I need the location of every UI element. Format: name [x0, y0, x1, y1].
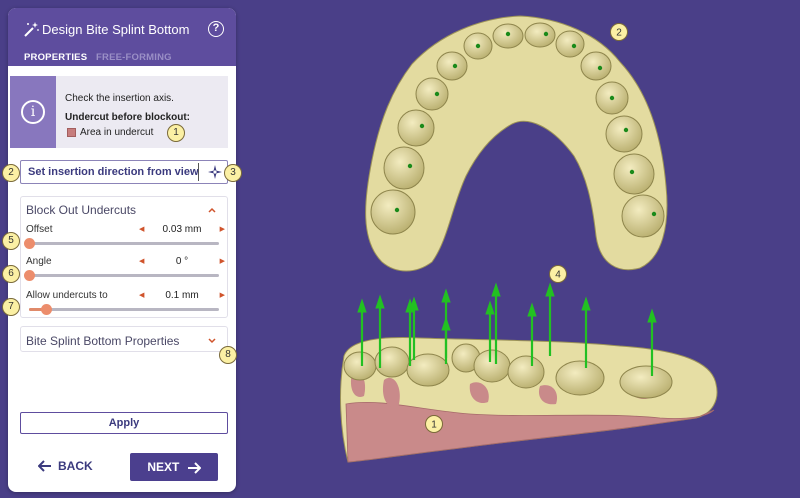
- block-out-undercuts-section: Block Out Undercuts Offset ◀ 0.03 mm ▶ A…: [20, 196, 228, 318]
- callout-8: 8: [219, 346, 237, 364]
- callout-2-upper-jaw: 2: [610, 23, 628, 41]
- upper-jaw-model[interactable]: [365, 15, 668, 272]
- insertion-direction-row: Set insertion direction from view: [20, 160, 228, 184]
- callout-4-arrows: 4: [549, 265, 567, 283]
- increment-icon[interactable]: ▶: [220, 223, 225, 237]
- lower-jaw-model[interactable]: [340, 337, 718, 463]
- arrow-right-icon: [187, 462, 201, 474]
- allow-undercuts-slider[interactable]: [29, 304, 219, 315]
- back-button[interactable]: BACK: [38, 454, 114, 478]
- decrement-icon[interactable]: ◀: [139, 289, 144, 303]
- apply-button[interactable]: Apply: [20, 412, 228, 434]
- callout-2: 2: [2, 164, 20, 182]
- section-title[interactable]: Bite Splint Bottom Properties: [26, 334, 179, 348]
- callout-1-undercut: 1: [425, 415, 443, 433]
- undercut-swatch: [67, 128, 76, 137]
- bite-splint-properties-section[interactable]: Bite Splint Bottom Properties: [20, 326, 228, 352]
- info-message: Check the insertion axis.: [65, 93, 174, 104]
- 3d-viewport[interactable]: 2 4 1: [240, 0, 800, 498]
- help-icon[interactable]: ?: [208, 21, 224, 37]
- divider: [198, 163, 199, 181]
- section-title[interactable]: Block Out Undercuts: [26, 203, 136, 217]
- callout-6: 6: [2, 265, 20, 283]
- offset-stepper[interactable]: ◀ 0.03 mm ▶: [139, 223, 225, 237]
- slider-handle[interactable]: [24, 270, 35, 281]
- next-button[interactable]: NEXT: [130, 453, 218, 481]
- angle-label: Angle: [26, 256, 52, 267]
- decrement-icon[interactable]: ◀: [139, 223, 144, 237]
- slider-handle[interactable]: [41, 304, 53, 315]
- offset-slider[interactable]: [24, 238, 219, 249]
- magic-wand-icon: [24, 22, 39, 37]
- undercut-heading: Undercut before blockout:: [65, 112, 191, 123]
- chevron-up-icon[interactable]: [207, 205, 217, 215]
- offset-value[interactable]: 0.03 mm: [149, 223, 215, 237]
- tab-free-forming[interactable]: FREE-FORMING: [96, 52, 172, 63]
- set-insertion-direction-button[interactable]: Set insertion direction from view: [28, 166, 199, 178]
- allow-undercuts-label: Allow undercuts to: [26, 290, 108, 301]
- callout-5: 5: [2, 232, 20, 250]
- allow-undercuts-value[interactable]: 0.1 mm: [149, 289, 215, 303]
- next-label: NEXT: [147, 460, 180, 474]
- undercut-legend: Area in undercut: [80, 127, 154, 138]
- info-strip: i: [10, 76, 56, 148]
- callout-label: 1: [431, 420, 437, 431]
- slider-handle[interactable]: [24, 238, 35, 249]
- increment-icon[interactable]: ▶: [220, 289, 225, 303]
- callout-7: 7: [2, 298, 20, 316]
- back-label: BACK: [58, 459, 93, 473]
- info-box: i Check the insertion axis. Undercut bef…: [10, 76, 228, 148]
- info-icon: i: [21, 100, 45, 124]
- angle-slider[interactable]: [24, 270, 219, 281]
- increment-icon[interactable]: ▶: [220, 255, 225, 269]
- callout-3: 3: [224, 164, 242, 182]
- arrow-left-icon: [38, 460, 51, 472]
- properties-panel: Design Bite Splint Bottom ? PROPERTIES F…: [8, 8, 236, 492]
- offset-label: Offset: [26, 224, 53, 235]
- panel-header: Design Bite Splint Bottom ? PROPERTIES F…: [8, 8, 236, 70]
- tab-properties[interactable]: PROPERTIES: [24, 52, 88, 70]
- callout-1: 1: [167, 124, 185, 142]
- callout-label: 2: [616, 28, 622, 39]
- decrement-icon[interactable]: ◀: [139, 255, 144, 269]
- angle-stepper[interactable]: ◀ 0 ° ▶: [139, 255, 225, 269]
- panel-title: Design Bite Splint Bottom: [42, 22, 190, 37]
- chevron-down-icon[interactable]: [207, 336, 217, 346]
- allow-undercuts-stepper[interactable]: ◀ 0.1 mm ▶: [139, 289, 225, 303]
- callout-label: 4: [555, 270, 561, 281]
- angle-value[interactable]: 0 °: [149, 255, 215, 269]
